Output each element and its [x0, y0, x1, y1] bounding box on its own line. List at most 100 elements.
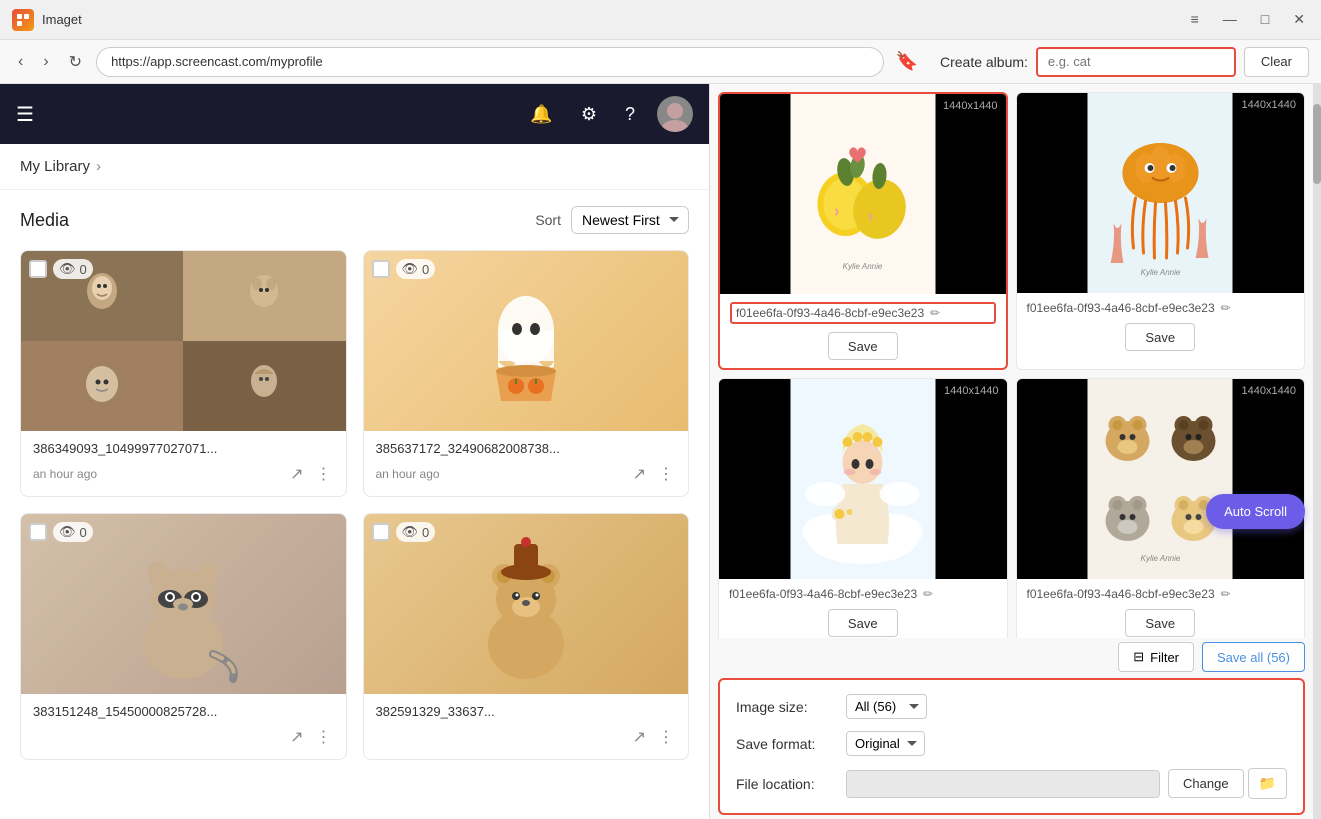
media-card-3: 👁 0 383151248_15450000825728... ↗ ⋮ — [20, 513, 347, 760]
card-checkbox-2[interactable] — [372, 260, 390, 278]
image-size-select[interactable]: All (56) Large Medium Small — [846, 694, 927, 719]
image-dimensions-4: 1440x1440 — [1242, 385, 1296, 397]
media-card-overlay-4: 👁 0 — [372, 522, 436, 542]
edit-icon-1[interactable]: ✏ — [930, 306, 940, 320]
share-button-4[interactable]: ↗ — [631, 725, 648, 749]
media-card-name-2: 385637172_32490682008738... — [376, 441, 677, 456]
save-button-3[interactable]: Save — [828, 609, 898, 637]
auto-scroll-button[interactable]: Auto Scroll — [1206, 494, 1305, 529]
media-card-actions-4: ↗ ⋮ — [631, 725, 676, 749]
more-button-3[interactable]: ⋮ — [314, 725, 334, 749]
media-grid: 👁 0 386349093_10499977027071... an hour … — [20, 250, 689, 760]
back-button[interactable]: ‹ — [12, 49, 29, 75]
image-card-bottom-4: f01ee6fa-0f93-4a46-8cbf-e9ec3e23 ✏ Save — [1017, 579, 1305, 638]
media-card-name-1: 386349093_10499977027071... — [33, 441, 334, 456]
card-checkbox-4[interactable] — [372, 523, 390, 541]
card-checkbox-1[interactable] — [29, 260, 47, 278]
edit-icon-2[interactable]: ✏ — [1221, 301, 1231, 315]
image-card-bottom-3: f01ee6fa-0f93-4a46-8cbf-e9ec3e23 ✏ Save — [719, 579, 1007, 638]
media-card-actions-1: ↗ ⋮ — [288, 462, 333, 486]
media-card-meta-3: ↗ ⋮ — [33, 725, 334, 749]
breadcrumb-link[interactable]: My Library — [20, 158, 90, 175]
media-section: Media Sort Newest First Oldest First Nam… — [0, 190, 709, 819]
media-card-actions-3: ↗ ⋮ — [288, 725, 333, 749]
album-name-input[interactable] — [1036, 47, 1236, 77]
edit-icon-4[interactable]: ✏ — [1221, 587, 1231, 601]
image-card-top-3: 1440x1440 — [719, 379, 1007, 579]
image-id-3: f01ee6fa-0f93-4a46-8cbf-e9ec3e23 ✏ — [729, 587, 997, 601]
edit-icon-3[interactable]: ✏ — [923, 587, 933, 601]
address-bar[interactable] — [96, 47, 884, 77]
change-button[interactable]: Change — [1168, 769, 1244, 798]
scrollbar[interactable] — [1313, 84, 1321, 819]
window-close-icon[interactable]: ✕ — [1289, 9, 1309, 30]
media-card-meta-4: ↗ ⋮ — [376, 725, 677, 749]
sort-select[interactable]: Newest First Oldest First Name A-Z Name … — [571, 206, 689, 234]
image-id-1: f01ee6fa-0f93-4a46-8cbf-e9ec3e23 ✏ — [730, 302, 996, 324]
card-views-2: 👁 0 — [396, 259, 436, 279]
card-checkbox-3[interactable] — [29, 523, 47, 541]
browser-bar: ‹ › ↻ 🔖 Create album: Clear — [0, 40, 1321, 84]
more-button-1[interactable]: ⋮ — [314, 462, 334, 486]
folder-button[interactable]: 📁 — [1248, 768, 1287, 799]
main-layout: ☰ 🔔 ⚙ ? My Library › Media Sort — [0, 84, 1321, 819]
media-card-image-2: 👁 0 — [364, 251, 689, 431]
filter-button[interactable]: ⊟ Filter — [1118, 642, 1194, 672]
window-minimize-icon[interactable]: — — [1219, 9, 1241, 30]
media-card-name-3: 383151248_15450000825728... — [33, 704, 334, 719]
breadcrumb: My Library › — [20, 158, 689, 175]
more-button-2[interactable]: ⋮ — [656, 462, 676, 486]
media-card-name-4: 382591329_33637... — [376, 704, 677, 719]
window-maximize-icon[interactable]: □ — [1257, 9, 1273, 30]
refresh-button[interactable]: ↻ — [63, 48, 88, 76]
media-card-info-1: 386349093_10499977027071... an hour ago … — [21, 431, 346, 496]
image-card-bottom-1: f01ee6fa-0f93-4a46-8cbf-e9ec3e23 ✏ Save — [720, 294, 1006, 368]
forward-button[interactable]: › — [37, 49, 54, 75]
hamburger-icon[interactable]: ☰ — [16, 102, 34, 127]
card-views-4: 👁 0 — [396, 522, 436, 542]
media-card-4: 👁 0 382591329_33637... ↗ ⋮ — [363, 513, 690, 760]
save-format-select[interactable]: Original JPG PNG WebP — [846, 731, 925, 756]
image-artwork-3 — [790, 379, 935, 579]
image-artwork-1: Kylie Annie — [790, 94, 935, 294]
media-card-image-1: 👁 0 — [21, 251, 346, 431]
share-button-3[interactable]: ↗ — [288, 725, 305, 749]
save-button-2[interactable]: Save — [1125, 323, 1195, 351]
card-views-3: 👁 0 — [53, 522, 93, 542]
bottom-area: ⊟ Filter Save all (56) Image size: All (… — [710, 638, 1321, 819]
share-button-1[interactable]: ↗ — [288, 462, 305, 486]
settings-icon[interactable]: ⚙ — [575, 100, 603, 129]
window-menu-icon[interactable]: ≡ — [1187, 9, 1203, 30]
file-location-input[interactable] — [846, 770, 1160, 798]
file-location-label: File location: — [736, 776, 846, 792]
window-title-left: Imaget — [12, 9, 82, 31]
album-create-area: Create album: — [940, 47, 1236, 77]
scroll-thumb[interactable] — [1313, 104, 1321, 184]
bookmark-icon[interactable]: 🔖 — [892, 47, 922, 76]
window-titlebar: Imaget ≡ — □ ✕ — [0, 0, 1321, 40]
image-dimensions-1: 1440x1440 — [943, 100, 997, 112]
user-avatar[interactable] — [657, 96, 693, 132]
more-button-4[interactable]: ⋮ — [656, 725, 676, 749]
right-panel: 1440x1440 — [710, 84, 1321, 819]
save-button-1[interactable]: Save — [828, 332, 898, 360]
save-all-button[interactable]: Save all (56) — [1202, 642, 1305, 672]
settings-file-location-row: File location: Change 📁 — [736, 768, 1287, 799]
media-card-info-3: 383151248_15450000825728... ↗ ⋮ — [21, 694, 346, 759]
media-card-meta-1: an hour ago ↗ ⋮ — [33, 462, 334, 486]
notification-icon[interactable]: 🔔 — [524, 100, 558, 129]
breadcrumb-arrow: › — [96, 158, 101, 175]
sort-area: Sort Newest First Oldest First Name A-Z … — [535, 206, 689, 234]
filter-icon: ⊟ — [1133, 649, 1144, 665]
share-button-2[interactable]: ↗ — [631, 462, 648, 486]
save-button-4[interactable]: Save — [1125, 609, 1195, 637]
media-header: Media Sort Newest First Oldest First Nam… — [20, 206, 689, 234]
media-card-overlay-1: 👁 0 — [29, 259, 93, 279]
window-title: Imaget — [42, 12, 82, 27]
help-icon[interactable]: ? — [619, 100, 641, 129]
clear-button[interactable]: Clear — [1244, 47, 1309, 77]
media-card-time-1: an hour ago — [33, 467, 288, 481]
media-card-image-3: 👁 0 — [21, 514, 346, 694]
image-card-top-4: 1440x1440 — [1017, 379, 1305, 579]
media-card: 👁 0 386349093_10499977027071... an hour … — [20, 250, 347, 497]
